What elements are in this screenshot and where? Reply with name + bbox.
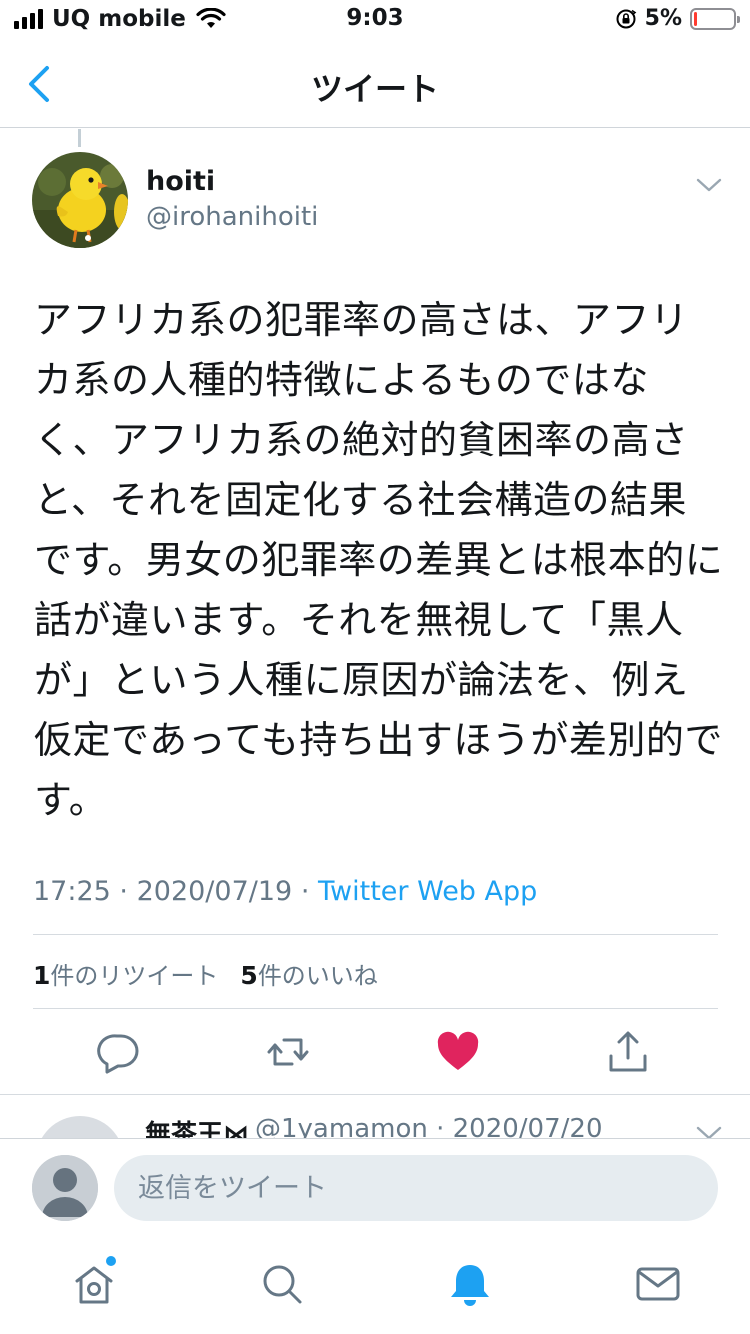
status-right: 5% [615, 6, 740, 31]
meta-separator: · [300, 876, 310, 907]
reply-handle-date: @1yamamon · 2020/07/20 [255, 1114, 603, 1138]
notifications-icon [451, 1265, 489, 1306]
nav-bar: ツイート [0, 40, 750, 128]
tweet-text: アフリカ系の犯罪率の高さは、アフリカ系の人種的特徴によるものではなく、アフリカ系… [34, 298, 724, 822]
thread-connector [78, 129, 81, 147]
tab-bar [0, 1238, 750, 1334]
retweet-count: 1 [33, 961, 51, 990]
divider [0, 1094, 750, 1095]
chick-avatar-image [32, 152, 128, 248]
chevron-down-icon [696, 178, 722, 192]
tab-messages[interactable] [634, 1260, 682, 1308]
tweet-menu-button[interactable] [696, 172, 722, 198]
page-title: ツイート [310, 70, 439, 108]
share-icon [609, 1031, 647, 1072]
reply-composer [0, 1138, 750, 1238]
reply-icon [97, 1034, 139, 1074]
tweet-actions [0, 1024, 750, 1084]
orientation-lock-icon [616, 9, 636, 28]
like-button[interactable] [436, 1030, 480, 1074]
home-icon [75, 1266, 113, 1304]
tweet-date: 2020/07/19 [136, 876, 293, 907]
search-icon [263, 1265, 302, 1304]
like-stat[interactable]: 5件のいいね [240, 956, 377, 991]
tab-home[interactable] [70, 1256, 118, 1308]
retweet-stat[interactable]: 1件のリツイート [33, 956, 218, 991]
tab-notifications[interactable] [446, 1260, 494, 1308]
author-display-name[interactable]: hoiti [146, 166, 215, 197]
like-label: 件のいいね [257, 962, 378, 990]
status-bar: UQ mobile 9:03 5% [0, 0, 750, 40]
heart-filled-icon [437, 1031, 479, 1070]
my-avatar[interactable] [32, 1155, 98, 1221]
divider [33, 934, 718, 935]
reply-item[interactable]: 無茶王⋈ @1yamamon · 2020/07/20 [0, 1096, 750, 1138]
chevron-left-icon [29, 66, 49, 102]
retweet-label: 件のリツイート [50, 962, 219, 990]
retweet-icon [267, 1038, 309, 1066]
retweet-button[interactable] [266, 1030, 310, 1074]
default-user-icon [32, 1155, 98, 1221]
tweet-stats: 1件のリツイート 5件のいいね [33, 956, 378, 991]
battery-icon [690, 7, 740, 30]
author-handle[interactable]: @irohanihoiti [146, 202, 318, 232]
divider [33, 1008, 718, 1009]
new-content-dot [106, 1256, 116, 1266]
reply-avatar[interactable] [36, 1116, 124, 1138]
tweet-meta: 17:25 · 2020/07/19 · Twitter Web App [33, 876, 537, 907]
messages-icon [636, 1267, 680, 1301]
reply-input[interactable] [114, 1155, 718, 1221]
back-button[interactable] [20, 62, 60, 106]
avatar[interactable] [32, 152, 128, 248]
like-count: 5 [240, 961, 258, 990]
meta-separator: · [119, 876, 128, 907]
chevron-down-icon[interactable] [696, 1120, 722, 1138]
battery-percent: 5% [644, 6, 682, 31]
tweet-time: 17:25 [33, 876, 111, 907]
battery-level [694, 11, 697, 26]
tweet-source-link[interactable]: Twitter Web App [318, 876, 537, 907]
share-button[interactable] [606, 1030, 650, 1074]
reply-author-name[interactable]: 無茶王⋈ [145, 1114, 249, 1138]
tab-search[interactable] [258, 1260, 306, 1308]
reply-button[interactable] [97, 1030, 141, 1074]
